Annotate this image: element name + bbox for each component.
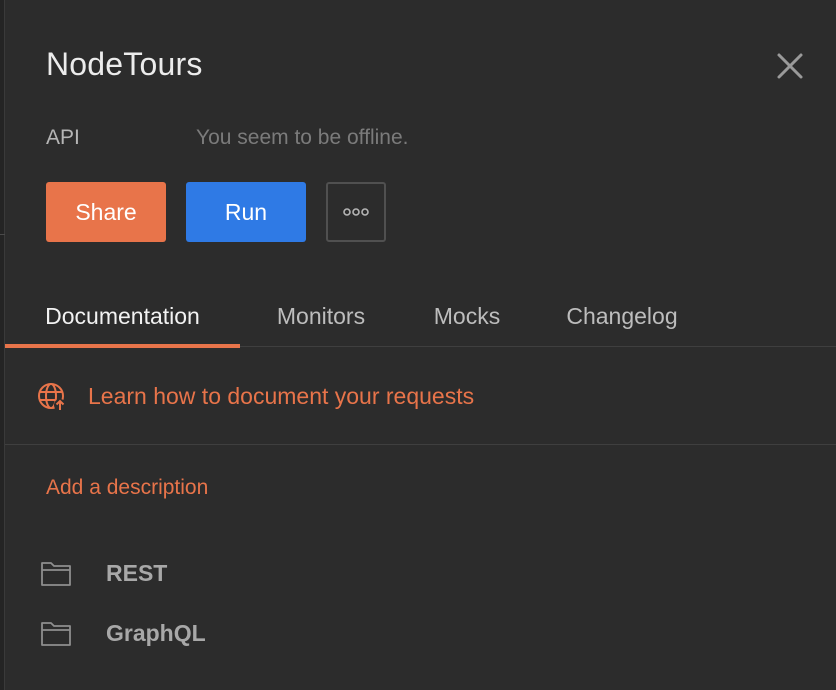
ellipsis-icon <box>343 208 369 216</box>
folder-icon <box>41 562 71 586</box>
learn-docs-link[interactable]: Learn how to document your requests <box>88 383 474 410</box>
folder-item-rest[interactable]: REST <box>40 553 167 593</box>
globe-icon <box>38 383 66 411</box>
edge-tick <box>0 234 5 235</box>
folder-label: REST <box>106 559 168 586</box>
tab-changelog[interactable]: Changelog <box>532 285 712 347</box>
tab-documentation[interactable]: Documentation <box>5 285 240 348</box>
tab-mocks[interactable]: Mocks <box>402 285 532 347</box>
tab-monitors[interactable]: Monitors <box>240 285 402 347</box>
close-button[interactable] <box>772 48 808 84</box>
run-button[interactable]: Run <box>186 182 306 242</box>
api-label: API <box>46 126 80 149</box>
more-options-button[interactable] <box>326 182 386 242</box>
folder-item-graphql[interactable]: GraphQL <box>40 613 206 653</box>
tab-label: Monitors <box>276 302 366 329</box>
folder-label: GraphQL <box>106 619 206 646</box>
folder-icon <box>41 622 71 646</box>
close-icon <box>777 53 803 79</box>
tab-bar: Documentation Monitors Mocks Changelog <box>5 285 836 348</box>
tab-label: Mocks <box>433 302 501 329</box>
tab-label: Changelog <box>566 302 678 329</box>
learn-docs-row: Learn how to document your requests <box>5 347 836 445</box>
collection-detail-panel: NodeTours API You seem to be offline. Sh… <box>0 0 836 690</box>
offline-status-text: You seem to be offline. <box>196 126 409 149</box>
collection-title: NodeTours <box>46 46 203 82</box>
tab-label: Documentation <box>45 302 200 329</box>
share-button[interactable]: Share <box>46 182 166 242</box>
add-description-link[interactable]: Add a description <box>46 476 208 500</box>
